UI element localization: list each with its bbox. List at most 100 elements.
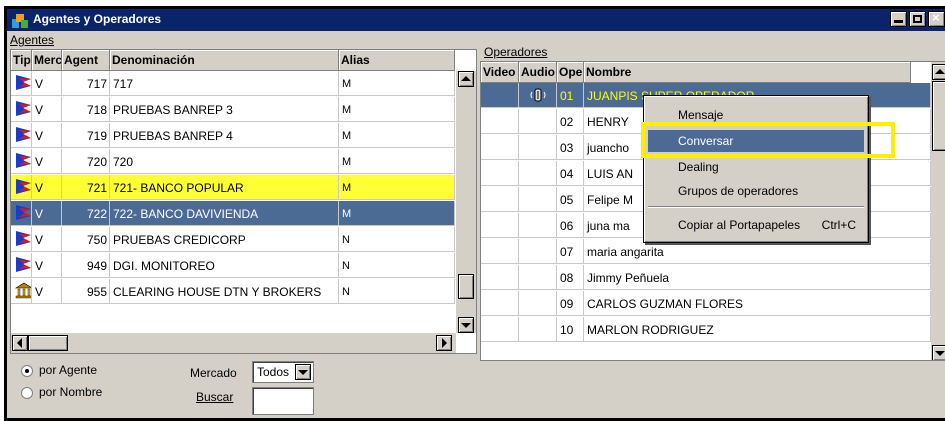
agentes-hscroll-thumb[interactable]: [28, 335, 68, 351]
operador-cell-video: [481, 239, 519, 264]
agente-denominacion-text: 721- BANCO POPULAR: [113, 181, 244, 195]
col-header-alias[interactable]: Alias: [339, 50, 455, 71]
agente-merc-text: V: [35, 181, 44, 195]
agente-alias-text: M: [342, 182, 352, 194]
agentes-scroll-up-button[interactable]: [458, 71, 474, 87]
operador-row[interactable]: 09 CARLOS GUZMAN FLORES: [481, 291, 931, 316]
agente-cell-alias: N: [339, 279, 455, 304]
flag-icon: [16, 257, 31, 272]
operador-row[interactable]: 10 MARLON RODRIGUEZ: [481, 317, 931, 342]
col-header-denominacion[interactable]: Denominación: [110, 50, 339, 71]
menu-item-dealing[interactable]: Dealing: [648, 156, 864, 178]
operadores-scroll-down-button[interactable]: [932, 345, 945, 360]
agentes-section-label: Agentes: [10, 33, 54, 47]
operador-cell-video: [481, 187, 519, 212]
agentes-horizontal-scrollbar[interactable]: [11, 333, 456, 353]
col-header-nombre[interactable]: Nombre: [584, 62, 911, 83]
menu-item-label: Mensaje: [678, 108, 724, 122]
window-controls: [890, 11, 945, 27]
operador-cell-audio: [519, 135, 557, 160]
agente-row[interactable]: V 949 DGI. MONITOREO N: [11, 253, 456, 278]
operador-cell-nombre: CARLOS GUZMAN FLORES: [584, 291, 931, 316]
agente-denominacion-text: CLEARING HOUSE DTN Y BROKERS: [113, 285, 322, 299]
agente-cell-alias: M: [339, 175, 455, 200]
agente-cell-tipo: [11, 175, 32, 200]
agentes-table: Tipo Merc Agent Denominación Alias V 717 7…: [10, 49, 477, 354]
operador-nombre-text: maria angarita: [587, 245, 664, 259]
operador-cell-video: [481, 291, 519, 316]
menu-item-copiar-al-portapapeles[interactable]: Copiar al Portapapeles Ctrl+C: [648, 214, 864, 236]
col-header-video[interactable]: Video: [481, 62, 519, 83]
agente-alias-text: M: [342, 156, 352, 168]
agente-row[interactable]: V 717 717 M: [11, 71, 456, 96]
maximize-icon: [913, 15, 922, 23]
operador-cell-audio: [519, 265, 557, 290]
operador-row[interactable]: 08 Jimmy Peñuela: [481, 265, 931, 290]
operador-oper-text: 09: [560, 297, 574, 311]
agente-row[interactable]: V 721 721- BANCO POPULAR M: [11, 175, 456, 200]
agente-merc-text: V: [35, 233, 44, 247]
agente-cell-alias: N: [339, 253, 455, 278]
col-header-merc[interactable]: Merc: [32, 50, 62, 71]
agentes-scroll-thumb[interactable]: [458, 274, 474, 299]
radio-por-nombre[interactable]: [21, 387, 33, 399]
operador-cell-audio: [519, 317, 557, 342]
operador-cell-oper: 07: [557, 239, 584, 264]
radio-por-agente-label[interactable]: por Agente: [39, 363, 97, 377]
mercado-dropdown-button[interactable]: [295, 364, 311, 380]
menu-item-label: Dealing: [678, 160, 719, 174]
agente-row[interactable]: V 718 PRUEBAS BANREP 3 M: [11, 97, 456, 122]
operadores-vertical-scrollbar[interactable]: [931, 62, 945, 360]
agente-cell-denominacion: PRUEBAS BANREP 4: [110, 123, 339, 148]
agente-row[interactable]: V 722 722- BANCO DAVIVIENDA M: [11, 201, 456, 226]
agentes-label-text: Agentes: [10, 33, 55, 47]
agente-alias-text: M: [342, 78, 352, 90]
col-header-agent[interactable]: Agent: [62, 50, 110, 71]
agente-row[interactable]: V 955 CLEARING HOUSE DTN Y BROKERS N: [11, 279, 456, 304]
flag-icon: [16, 75, 31, 90]
arrow-up-icon: [461, 76, 471, 81]
col-header-audio[interactable]: Audio: [519, 62, 557, 83]
operador-cell-oper: 02: [557, 109, 584, 134]
buscar-input[interactable]: [252, 387, 314, 415]
operadores-scroll-up-button[interactable]: [932, 64, 945, 80]
agentes-vertical-scrollbar[interactable]: [456, 71, 476, 333]
operador-nombre-text: juna ma: [587, 219, 630, 233]
agente-row[interactable]: V 719 PRUEBAS BANREP 4 M: [11, 123, 456, 148]
operador-nombre-text: HENRY: [587, 115, 629, 129]
agentes-scroll-down-button[interactable]: [458, 317, 474, 333]
operador-cell-oper: 09: [557, 291, 584, 316]
radio-por-agente[interactable]: [21, 365, 33, 377]
operador-cell-audio: [519, 161, 557, 186]
agentes-scroll-right-button[interactable]: [436, 335, 452, 351]
title-bar[interactable]: Agentes y Operadores: [7, 9, 945, 31]
operador-cell-oper: 05: [557, 187, 584, 212]
mercado-select[interactable]: Todos: [252, 361, 314, 383]
operador-cell-video: [481, 135, 519, 160]
col-header-oper[interactable]: Oper: [557, 62, 584, 83]
agente-row[interactable]: V 750 PRUEBAS CREDICORP N: [11, 227, 456, 252]
agente-row[interactable]: V 720 720 M: [11, 149, 456, 174]
agente-agent-text: 719: [86, 129, 107, 143]
agente-cell-alias: M: [339, 97, 455, 122]
col-header-tipo[interactable]: Tipo: [11, 50, 32, 71]
operador-oper-text: 03: [560, 141, 574, 155]
agentes-scroll-left-button[interactable]: [12, 335, 28, 351]
operador-cell-audio: [519, 291, 557, 316]
maximize-window-button[interactable]: [909, 11, 926, 27]
agente-agent-text: 722: [86, 207, 107, 221]
agente-cell-denominacion: 722- BANCO DAVIVIENDA: [110, 201, 339, 226]
operador-cell-video: [481, 265, 519, 290]
operadores-section-label: Operadores: [484, 45, 547, 59]
close-window-button[interactable]: [928, 11, 945, 27]
agente-agent-text: 721: [86, 181, 107, 195]
minimize-window-button[interactable]: [890, 11, 907, 27]
menu-item-grupos-de-operadores[interactable]: Grupos de operadores: [648, 180, 864, 202]
chevron-down-icon: [298, 370, 308, 375]
agente-cell-merc: V: [32, 279, 62, 304]
radio-por-nombre-label[interactable]: por Nombre: [39, 385, 102, 399]
agente-cell-merc: V: [32, 97, 62, 122]
operadores-scroll-thumb[interactable]: [932, 81, 945, 151]
agente-cell-agent: 949: [62, 253, 110, 278]
operador-oper-text: 02: [560, 115, 574, 129]
